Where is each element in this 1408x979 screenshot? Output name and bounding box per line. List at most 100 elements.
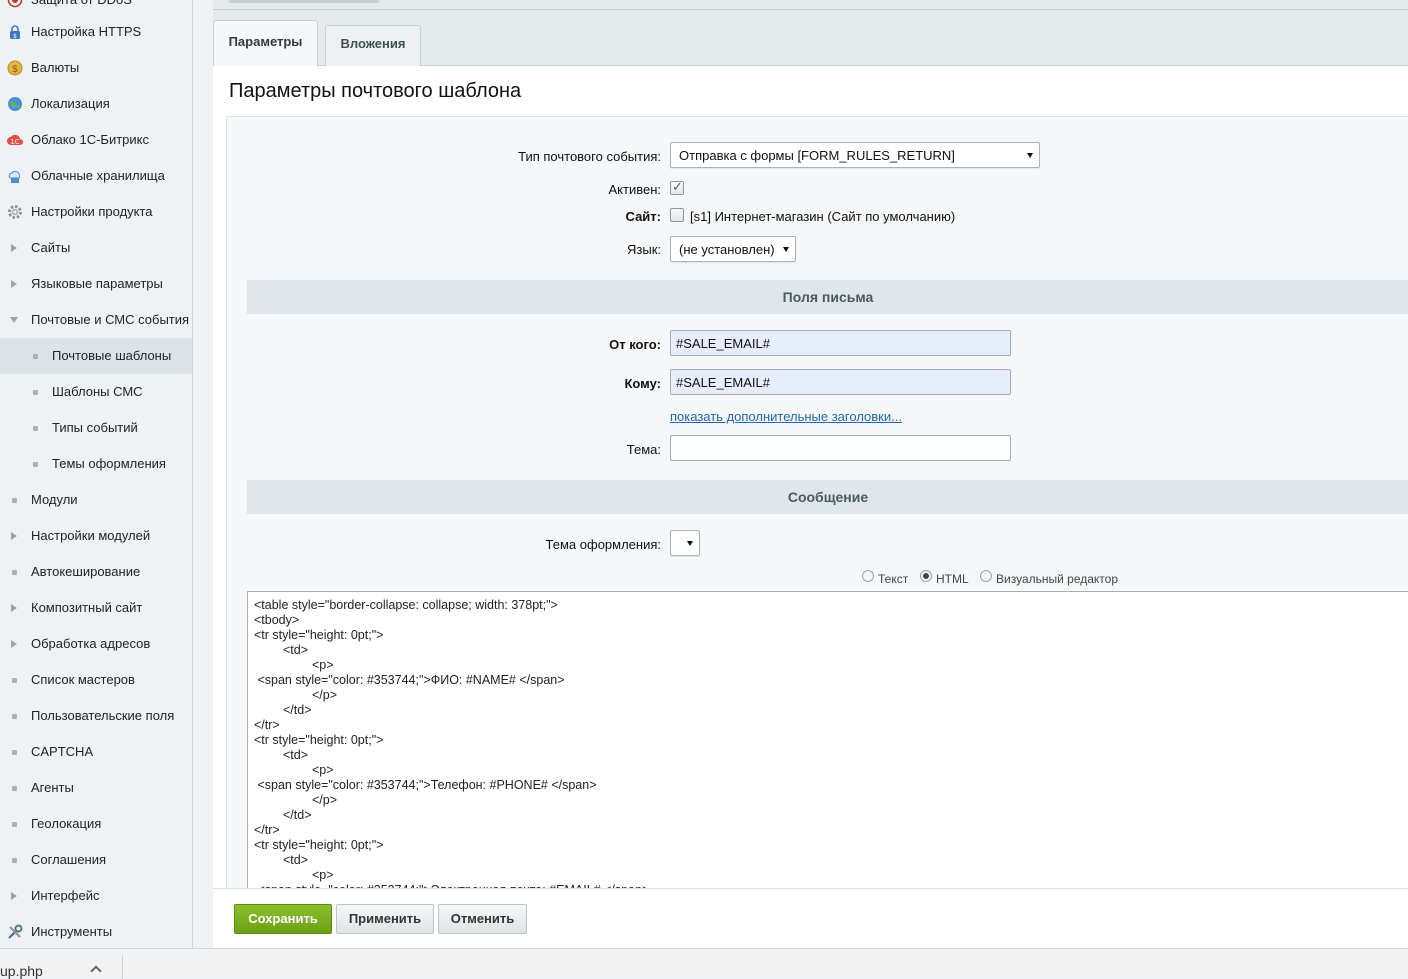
bullet-icon [33,354,38,359]
theme-select[interactable] [670,530,700,556]
apply-button[interactable]: Применить [336,904,434,934]
cancel-button[interactable]: Отменить [438,904,527,934]
sidebar-item-themes[interactable]: Темы оформления [0,446,192,482]
site-label: Сайт: [625,209,661,224]
sidebar-item-label: Языковые параметры [31,276,163,291]
divider [213,9,1408,10]
site-checkbox[interactable] [670,208,684,222]
event-type-label: Тип почтового события: [518,149,661,164]
site-option-label: [s1] Интернет-магазин (Сайт по умолчанию… [690,209,956,224]
sidebar-item-bitrix-cloud[interactable]: 1C Облако 1С-Битрикс [0,122,192,158]
message-body-editor[interactable]: <table style="border-collapse: collapse;… [247,591,1408,891]
sidebar-item-module-settings[interactable]: Настройки модулей [0,518,192,554]
sidebar-item-product-settings[interactable]: Настройки продукта [0,194,192,230]
event-type-value: Отправка с формы [FORM_RULES_RETURN] [679,148,955,163]
sidebar-item-localization[interactable]: Локализация [0,86,192,122]
sidebar-item-agreements[interactable]: Соглашения [0,842,192,878]
bullet-icon [33,426,38,431]
sidebar-item-autocache[interactable]: Автокеширование [0,554,192,590]
sidebar-item-user-fields[interactable]: Пользовательские поля [0,698,192,734]
sidebar-item-mail-sms-events[interactable]: Почтовые и СМС события [0,302,192,338]
theme-label: Тема оформления: [545,537,661,552]
page-title: Параметры почтового шаблона [229,80,522,102]
sidebar-item-interface[interactable]: Интерфейс [0,878,192,914]
sidebar-item-geolocation[interactable]: Геолокация [0,806,192,842]
sidebar-item-composite-site[interactable]: Композитный сайт [0,590,192,626]
language-value: (не установлен) [679,242,775,257]
sidebar-item-language-params[interactable]: Языковые параметры [0,266,192,302]
arrow-right-icon[interactable] [11,892,17,900]
sidebar-item-label: Настройка HTTPS [31,24,142,39]
subject-field[interactable] [670,435,1011,461]
sidebar-item-label: Инструменты [31,924,113,939]
to-label: Кому: [624,376,661,391]
arrow-right-icon[interactable] [11,604,17,612]
chevron-up-icon[interactable] [90,965,102,977]
sidebar-item-label: Настройки модулей [31,528,151,543]
sidebar-item-sms-templates[interactable]: Шаблоны СМС [0,374,192,410]
arrow-right-icon[interactable] [11,532,17,540]
sidebar-item-label: Валюты [31,60,80,75]
sidebar: Защита от DDoS $ Настройка HTTPS $ Валют… [0,0,193,948]
form-area: Тип почтового события: Отправка с формы … [226,116,1408,891]
sidebar-item-url-processing[interactable]: Обработка адресов [0,626,192,662]
arrow-down-icon[interactable] [10,317,18,323]
sidebar-item-label: Настройки продукта [31,204,153,219]
to-field[interactable]: #SALE_EMAIL# [670,369,1011,395]
show-extra-headers-link[interactable]: показать дополнительные заголовки... [670,409,902,424]
bullet-icon [12,570,17,575]
sidebar-item-label: Облако 1С-Битрикс [31,132,149,147]
chevron-down-icon [783,247,789,252]
sidebar-item-mail-templates[interactable]: Почтовые шаблоны [0,338,192,374]
bullet-icon [33,462,38,467]
save-button[interactable]: Сохранить [234,904,332,934]
cloud-storage-icon [7,168,23,184]
download-file-name[interactable]: up.php [0,963,43,979]
active-checkbox[interactable]: ✓ [670,179,684,195]
active-label: Активен: [608,182,661,197]
format-radio-text-label: Текст [878,572,909,586]
sidebar-item-event-types[interactable]: Типы событий [0,410,192,446]
sidebar-item-https[interactable]: $ Настройка HTTPS [0,14,192,50]
message-body-text: <table style="border-collapse: collapse;… [254,598,650,891]
arrow-right-icon[interactable] [11,280,17,288]
format-radio-text[interactable] [862,570,874,582]
format-radio-html[interactable] [920,570,932,582]
sidebar-item-sites[interactable]: Сайты [0,230,192,266]
lock-icon: $ [7,24,23,40]
bullet-icon [12,750,17,755]
sidebar-item-modules[interactable]: Модули [0,482,192,518]
sidebar-item-tools[interactable]: Инструменты [0,914,192,948]
tab-parameters[interactable]: Параметры [213,20,318,66]
format-radio-html-label: HTML [936,572,969,586]
tab-attachments[interactable]: Вложения [325,25,421,66]
sidebar-item-label: Модули [31,492,78,507]
language-select[interactable]: (не установлен) [670,236,796,262]
chevron-down-icon [687,541,693,546]
bullet-icon [12,786,17,791]
download-bar: up.php [0,948,1408,979]
arrow-right-icon[interactable] [11,244,17,252]
main-content: Параметры Вложения Параметры почтового ш… [213,0,1408,948]
sidebar-item-label: Геолокация [31,816,102,831]
tools-icon [7,924,23,940]
arrow-right-icon[interactable] [11,640,17,648]
cloud-bitrix-icon: 1C [7,132,23,148]
bullet-icon [12,822,17,827]
format-radio-visual[interactable] [980,570,992,582]
top-bar-stub [229,0,379,3]
sidebar-item-currencies[interactable]: $ Валюты [0,50,192,86]
button-bar: Сохранить Применить Отменить [213,888,1408,948]
sidebar-item-captcha[interactable]: CAPTCHA [0,734,192,770]
bullet-icon [33,390,38,395]
svg-text:$: $ [12,64,18,75]
sidebar-item-wizards[interactable]: Список мастеров [0,662,192,698]
chevron-down-icon [1027,153,1033,158]
sidebar-item-cloud-storage[interactable]: Облачные хранилища [0,158,192,194]
event-type-select[interactable]: Отправка с формы [FORM_RULES_RETURN] [670,142,1040,168]
format-radio-visual-label: Визуальный редактор [996,572,1119,586]
sidebar-item-agents[interactable]: Агенты [0,770,192,806]
sidebar-item-label: Соглашения [31,852,107,867]
from-field[interactable]: #SALE_EMAIL# [670,330,1011,356]
radio-selected-icon [923,573,929,579]
